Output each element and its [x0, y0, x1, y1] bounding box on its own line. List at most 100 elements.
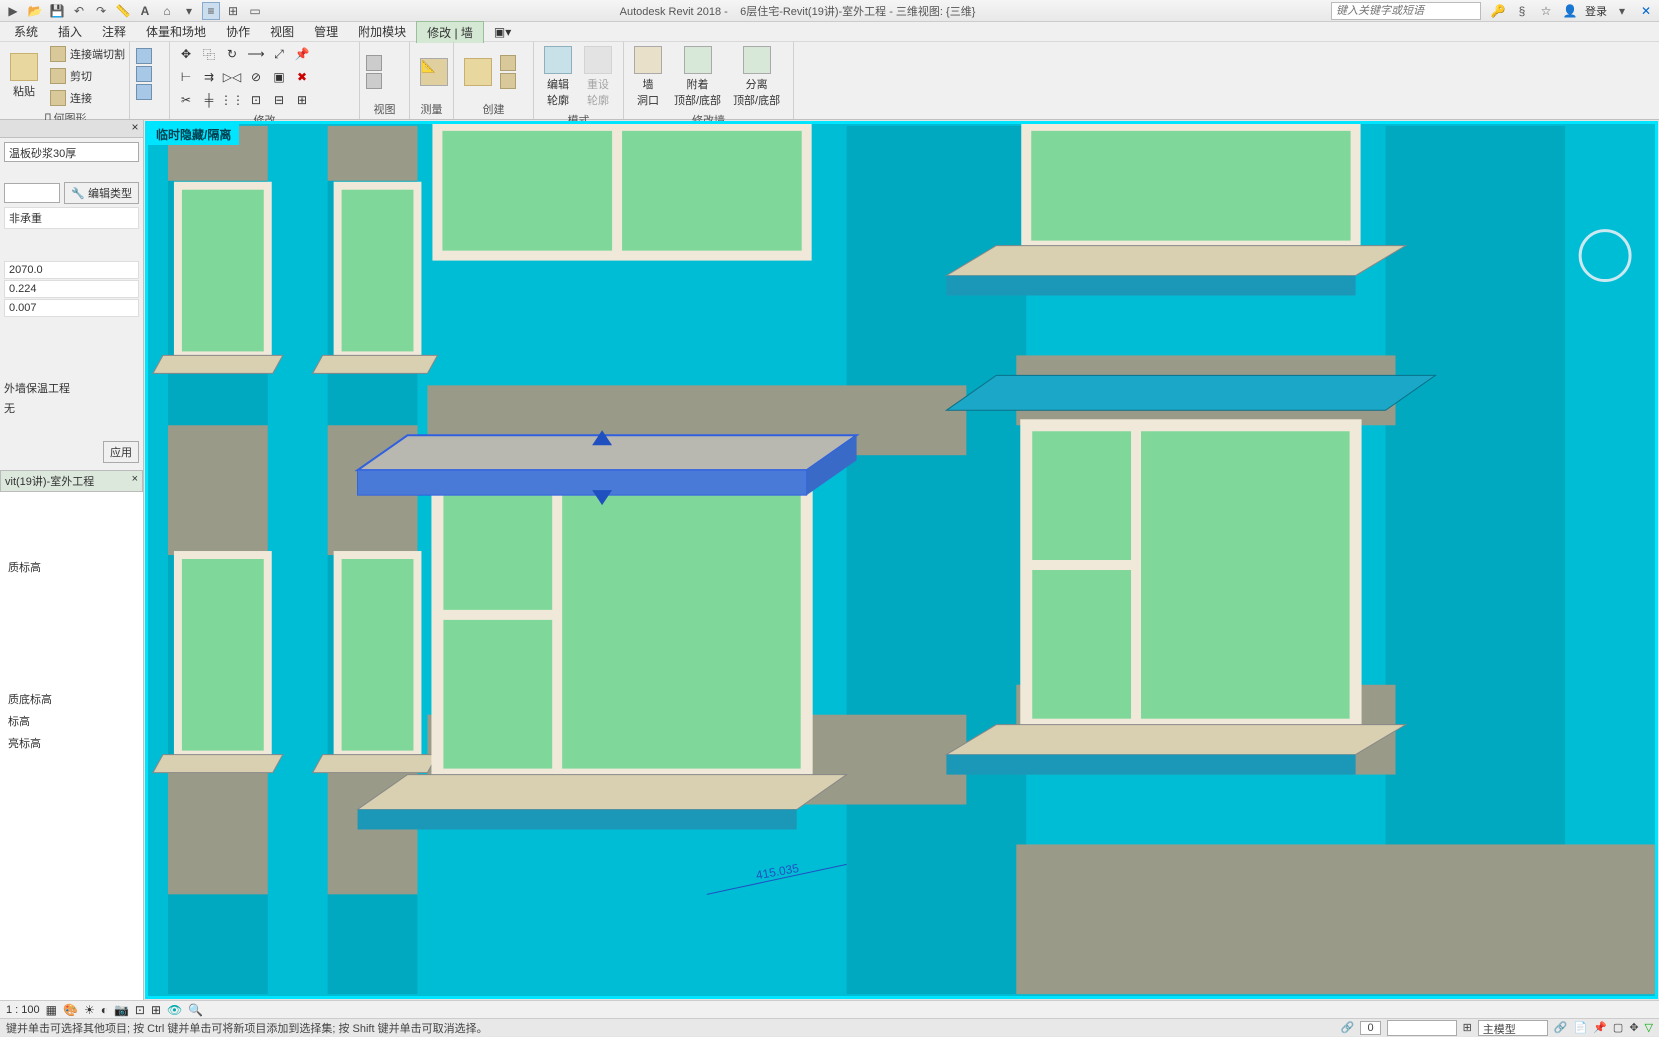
project-browser[interactable]: 质标高 质底标高 标高 亮标高 [0, 492, 143, 1000]
selected-element[interactable] [358, 430, 857, 505]
move-icon[interactable]: ✥ [176, 44, 196, 64]
measure-icon[interactable]: 📏 [114, 2, 132, 20]
mirror-icon[interactable]: ▷◁ [222, 67, 242, 87]
close-hidden-icon[interactable]: ⊞ [224, 2, 242, 20]
editable-only-dropdown[interactable] [1387, 1020, 1457, 1036]
detail-icon[interactable]: ⊡ [246, 90, 266, 110]
detail-icon[interactable]: ⊞ [292, 90, 312, 110]
create-group-icon[interactable] [500, 73, 516, 89]
select-pinned-icon[interactable]: 📌 [1593, 1021, 1607, 1034]
attach-button[interactable]: 附着 顶部/底部 [670, 44, 725, 110]
trim-icon[interactable]: ✂ [176, 90, 196, 110]
edit-type-button[interactable]: 🔧 编辑类型 [64, 182, 139, 204]
project-browser-header[interactable]: vit(19讲)-室外工程 × [0, 470, 143, 492]
tab-modify-wall[interactable]: 修改 | 墙 [416, 21, 484, 43]
a360-icon[interactable]: § [1513, 2, 1531, 20]
search-input[interactable] [1331, 2, 1481, 20]
browser-node[interactable]: 质标高 [4, 556, 139, 578]
tool-icon[interactable] [136, 48, 152, 64]
array-icon[interactable]: ⋮⋮ [222, 90, 242, 110]
detail-level-icon[interactable]: ▦ [46, 1003, 57, 1017]
redo-icon[interactable]: ↷ [92, 2, 110, 20]
sun-path-icon[interactable]: ☀ [84, 1003, 95, 1017]
detail-icon[interactable]: ⊟ [269, 90, 289, 110]
override-icon[interactable] [366, 73, 382, 89]
rendering-icon[interactable]: 📷 [114, 1003, 129, 1017]
drag-icon[interactable]: ✥ [1629, 1021, 1638, 1034]
reveal-icon[interactable]: 🔍 [188, 1003, 203, 1017]
main-model-dropdown[interactable]: 主模型 [1478, 1020, 1548, 1036]
workset-icon[interactable]: 🔗 [1341, 1021, 1355, 1034]
filter-icon[interactable]: ▽ [1645, 1021, 1653, 1034]
hide-icon[interactable] [366, 55, 382, 71]
cut-button[interactable]: 剪切 [46, 66, 129, 86]
browser-node[interactable]: 标高 [4, 710, 139, 732]
pin-icon[interactable]: 📌 [292, 44, 312, 64]
temp-hide-icon[interactable]: 👁 [167, 1003, 182, 1017]
shadows-icon[interactable]: ◐ [101, 1003, 108, 1017]
text-icon[interactable]: A [136, 2, 154, 20]
type-selector[interactable]: 温板砂浆30厚 [4, 142, 139, 162]
switch-windows-icon[interactable]: ▭ [246, 2, 264, 20]
edit-profile-button[interactable]: 编辑 轮廓 [540, 44, 576, 110]
create-button[interactable] [460, 56, 496, 88]
prop-value[interactable]: 0.007 [4, 299, 139, 317]
tab-annotate[interactable]: 注释 [92, 21, 136, 42]
offset-icon[interactable]: ⇉ [199, 67, 219, 87]
tab-addins[interactable]: 附加模块 [348, 21, 416, 42]
tool-icon[interactable] [136, 66, 152, 82]
split-icon[interactable]: ╪ [199, 90, 219, 110]
tab-system[interactable]: 系统 [4, 21, 48, 42]
paste-button[interactable]: 粘贴 [6, 51, 42, 101]
undo-icon[interactable]: ↶ [70, 2, 88, 20]
model-view[interactable]: 415.035 [148, 124, 1655, 996]
browser-node[interactable]: 亮标高 [4, 732, 139, 754]
align-icon[interactable]: ⊢ [176, 67, 196, 87]
scale-icon[interactable]: ⤢ [269, 44, 289, 64]
copy-icon[interactable]: ⿻ [199, 44, 219, 64]
group-icon[interactable]: ▣ [269, 67, 289, 87]
crop-region-icon[interactable]: ⊞ [151, 1003, 161, 1017]
crop-icon[interactable]: ⊡ [135, 1003, 145, 1017]
close-icon[interactable]: × [132, 473, 138, 489]
close-icon[interactable]: × [127, 120, 143, 137]
help-dropdown-icon[interactable]: ▾ [1613, 2, 1631, 20]
more-icon[interactable]: ▾ [180, 2, 198, 20]
tool-icon[interactable] [136, 84, 152, 100]
save-icon[interactable]: 💾 [48, 2, 66, 20]
delete-icon[interactable]: ✖ [292, 67, 312, 87]
favorite-icon[interactable]: ☆ [1537, 2, 1555, 20]
open-icon[interactable]: 📂 [26, 2, 44, 20]
scale-selector[interactable]: 1 : 100 [6, 1004, 40, 1016]
nav-wheel-icon[interactable] [1580, 231, 1630, 281]
home-icon[interactable]: ⌂ [158, 2, 176, 20]
measure-button[interactable]: 📐 [416, 56, 452, 88]
extend-icon[interactable]: ⟶ [246, 44, 266, 64]
filter-dropdown[interactable] [4, 183, 60, 203]
thin-lines-icon[interactable]: ≡ [202, 2, 220, 20]
structural-value[interactable]: 非承重 [4, 207, 139, 229]
prop-value[interactable]: 0.224 [4, 280, 139, 298]
tab-view[interactable]: 视图 [260, 21, 304, 42]
create-similar-icon[interactable] [500, 55, 516, 71]
select-face-icon[interactable]: ▢ [1613, 1021, 1623, 1034]
design-options-icon[interactable]: ⊞ [1463, 1021, 1472, 1034]
dimension[interactable]: 415.035 [707, 861, 847, 894]
unpin-icon[interactable]: ⊘ [246, 67, 266, 87]
subscription-icon[interactable]: 🔑 [1489, 2, 1507, 20]
tab-overflow-icon[interactable]: ▣▾ [484, 23, 521, 41]
exchange-icon[interactable]: ✕ [1637, 2, 1655, 20]
tab-massing[interactable]: 体量和场地 [136, 21, 216, 42]
join-button[interactable]: 连接 [46, 88, 129, 108]
browser-node[interactable]: 质底标高 [4, 688, 139, 710]
select-underlay-icon[interactable]: 📄 [1574, 1021, 1588, 1034]
prop-value[interactable]: 2070.0 [4, 261, 139, 279]
cope-button[interactable]: 连接端切割 [46, 44, 129, 64]
rotate-icon[interactable]: ↻ [222, 44, 242, 64]
login-label[interactable]: 登录 [1585, 3, 1607, 19]
app-menu-icon[interactable]: ▶ [4, 2, 22, 20]
apply-button[interactable]: 应用 [103, 441, 139, 463]
select-links-icon[interactable]: 🔗 [1554, 1021, 1568, 1034]
user-icon[interactable]: 👤 [1561, 2, 1579, 20]
tab-insert[interactable]: 插入 [48, 21, 92, 42]
